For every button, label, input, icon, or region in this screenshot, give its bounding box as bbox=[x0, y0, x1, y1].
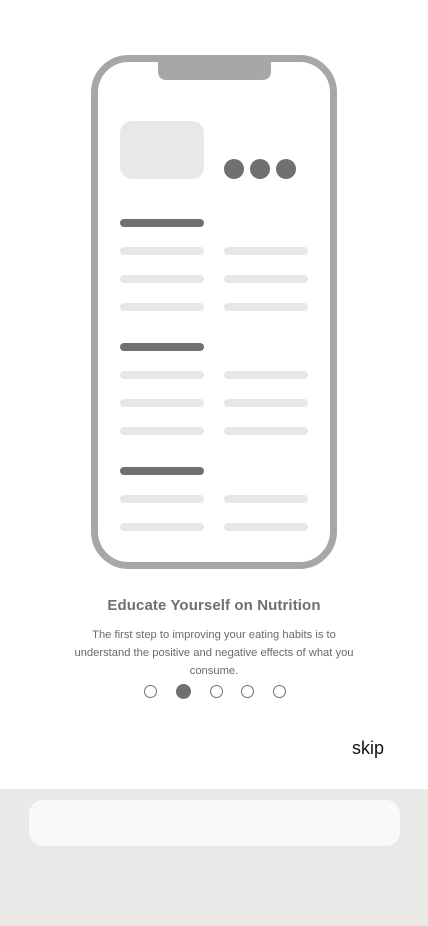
page-dot-1[interactable] bbox=[144, 685, 157, 698]
skip-button[interactable]: skip bbox=[352, 734, 396, 762]
placeholder-text-bar bbox=[120, 427, 204, 435]
placeholder-dot bbox=[224, 159, 244, 179]
placeholder-dot bbox=[250, 159, 270, 179]
placeholder-text-bar bbox=[224, 495, 308, 503]
page-dot-2-active[interactable] bbox=[175, 684, 191, 699]
phone-illustration bbox=[91, 55, 337, 569]
placeholder-text-bar bbox=[224, 399, 308, 407]
placeholder-text-bar bbox=[224, 247, 308, 255]
placeholder-text-bar bbox=[120, 275, 204, 283]
placeholder-text-bar bbox=[120, 247, 204, 255]
placeholder-text-bar bbox=[224, 371, 308, 379]
onboarding-title: Educate Yourself on Nutrition bbox=[107, 597, 321, 614]
placeholder-text-bar bbox=[224, 427, 308, 435]
placeholder-text-bar bbox=[120, 303, 204, 311]
page-dot-4[interactable] bbox=[241, 685, 255, 698]
placeholder-text-bar bbox=[224, 523, 308, 531]
placeholder-text-bar bbox=[224, 303, 308, 311]
placeholder-text-bar bbox=[224, 275, 308, 283]
bottom-panel bbox=[0, 789, 428, 926]
onboarding-description: The first step to improving your eating … bbox=[74, 629, 354, 677]
page-indicator bbox=[144, 684, 286, 700]
placeholder-text-bar bbox=[120, 495, 204, 503]
placeholder-heading-bar bbox=[120, 467, 204, 475]
placeholder-text-bar bbox=[120, 523, 204, 531]
placeholder-heading-bar bbox=[120, 219, 204, 227]
page-dot-3[interactable] bbox=[209, 685, 223, 698]
phone-mockup-graphic bbox=[91, 55, 337, 569]
onboarding-screen: Educate Yourself on Nutrition The first … bbox=[0, 0, 428, 789]
phone-notch bbox=[158, 58, 271, 80]
placeholder-image-block bbox=[120, 121, 204, 179]
page-dot-5[interactable] bbox=[273, 685, 286, 698]
placeholder-text-bar bbox=[120, 371, 204, 379]
bottom-input-bar[interactable] bbox=[29, 800, 400, 846]
placeholder-dot bbox=[276, 159, 296, 179]
placeholder-heading-bar bbox=[120, 343, 204, 351]
placeholder-text-bar bbox=[120, 399, 204, 407]
